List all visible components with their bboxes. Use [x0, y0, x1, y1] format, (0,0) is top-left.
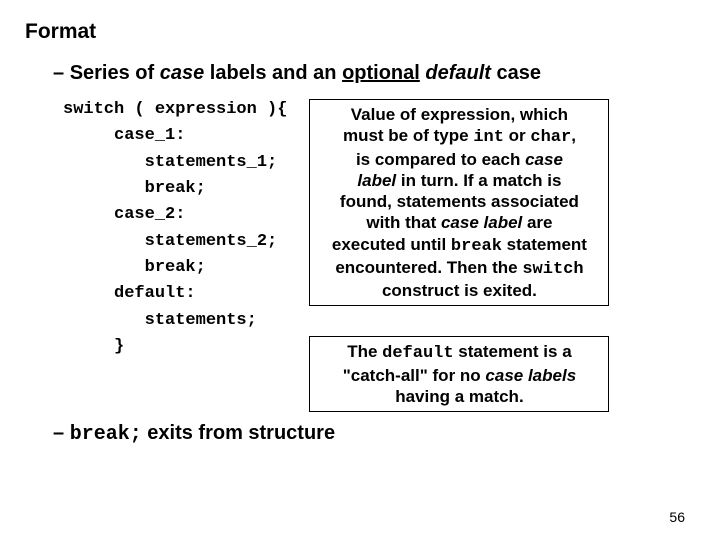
line: are: [522, 213, 552, 232]
line: with that: [366, 213, 441, 232]
content-row: switch ( expression ){ case_1: statement…: [63, 97, 695, 412]
explanation-box-2: The default statement is a "catch-all" f…: [309, 336, 609, 412]
kw-case: case: [160, 62, 205, 84]
line: or: [504, 126, 530, 145]
text: Series of: [70, 62, 160, 84]
kw-default: default: [382, 344, 453, 363]
line: executed until: [332, 235, 451, 254]
line: in turn. If a match is: [396, 171, 561, 190]
kw-case-label: case label: [441, 213, 522, 232]
kw-switch: switch: [522, 260, 583, 279]
line: statement: [502, 235, 587, 254]
line: having a match.: [395, 387, 523, 406]
kw-label: label: [357, 171, 396, 190]
text: case: [491, 62, 541, 84]
text: exits from structure: [142, 422, 335, 444]
line: "catch-all" for no: [343, 366, 486, 385]
kw-int: int: [473, 128, 504, 147]
side-column: Value of expression, which must be of ty…: [309, 97, 609, 412]
bullet-series: – Series of case labels and an optional …: [53, 62, 695, 85]
line: The: [347, 342, 382, 361]
explanation-box-1: Value of expression, which must be of ty…: [309, 99, 609, 306]
line: encountered. Then the: [335, 258, 522, 277]
line: ,: [571, 126, 576, 145]
code-block: switch ( expression ){ case_1: statement…: [63, 97, 287, 360]
line: is compared to each: [356, 150, 525, 169]
section-heading: Format: [25, 20, 695, 44]
kw-case-labels: case labels: [485, 366, 576, 385]
kw-case: case: [525, 150, 563, 169]
kw-optional: optional: [342, 62, 420, 84]
line: must be of type: [343, 126, 473, 145]
text: labels and an: [204, 62, 342, 84]
line: found, statements associated: [340, 192, 579, 211]
line: statement is a: [454, 342, 572, 361]
line: construct is exited.: [382, 281, 537, 300]
dash: –: [53, 422, 64, 444]
kw-char: char: [530, 128, 571, 147]
kw-default: default: [425, 62, 491, 84]
page-number: 56: [669, 509, 685, 525]
kw-break: break: [451, 237, 502, 256]
line: Value of expression, which: [351, 105, 568, 124]
dash: –: [53, 62, 64, 84]
bullet-break: – break; exits from structure: [53, 422, 695, 446]
kw-break: break;: [70, 423, 142, 446]
